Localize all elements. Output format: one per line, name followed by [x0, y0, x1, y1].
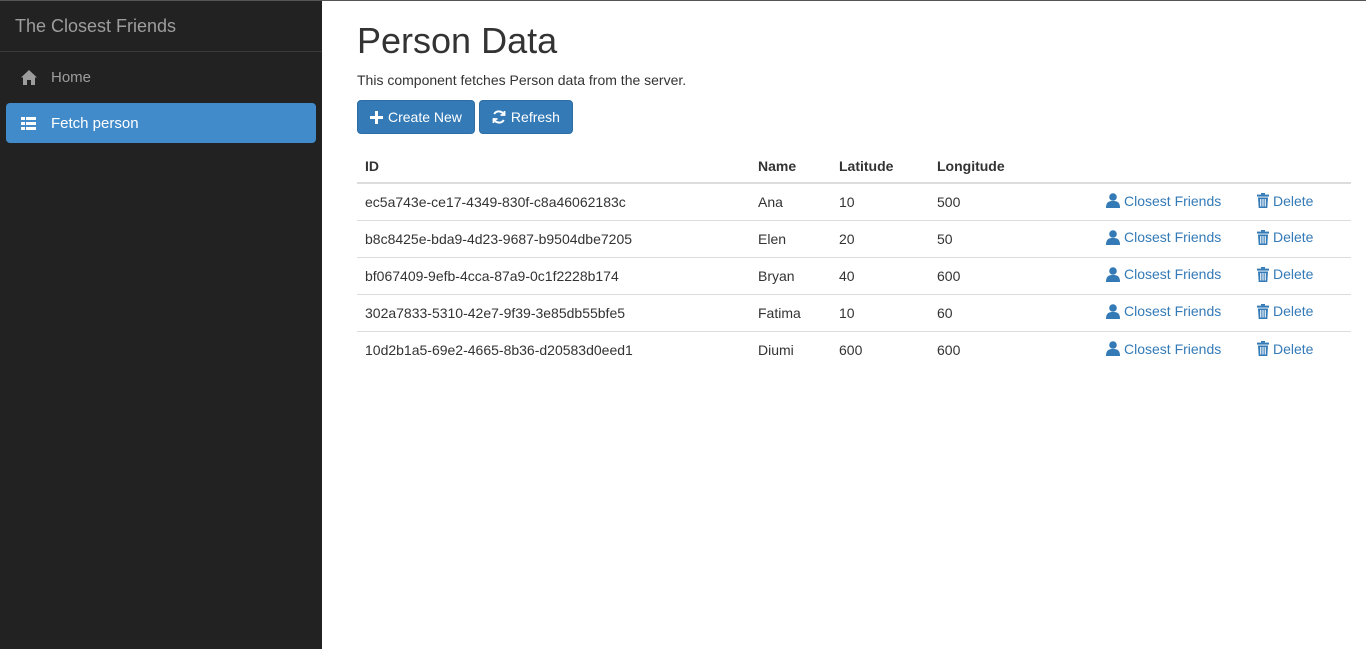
cell-friends-action: Closest Friends — [1066, 293, 1249, 331]
header-actions-delete — [1249, 146, 1351, 184]
cell-latitude: 20 — [831, 219, 929, 257]
header-latitude[interactable]: Latitude — [831, 146, 929, 184]
closest-friends-label: Closest Friends — [1124, 340, 1222, 357]
page-title: Person Data — [357, 20, 558, 61]
header-name[interactable]: Name — [750, 146, 831, 184]
cell-latitude: 10 — [831, 293, 929, 331]
sidebar: The Closest Friends Home Fetch person — [0, 1, 322, 649]
refresh-icon — [492, 110, 506, 124]
cell-id: b8c8425e-bda9-4d23-9687-b9504dbe7205 — [357, 219, 750, 257]
cell-delete-action: Delete — [1249, 256, 1351, 294]
refresh-button[interactable]: Refresh — [478, 100, 573, 134]
cell-longitude: 600 — [929, 256, 1066, 294]
sidebar-nav: Home Fetch person — [0, 52, 322, 143]
create-new-label: Create New — [388, 109, 462, 125]
delete-label: Delete — [1273, 266, 1314, 283]
cell-delete-action: Delete — [1249, 293, 1351, 331]
table-row: 10d2b1a5-69e2-4665-8b36-d20583d0eed1 Dium… — [357, 330, 1351, 368]
closest-friends-link[interactable]: Closest Friends — [1106, 193, 1221, 209]
header-id[interactable]: ID — [357, 146, 750, 184]
closest-friends-label: Closest Friends — [1124, 192, 1222, 209]
cell-delete-action: Delete — [1249, 183, 1351, 220]
cell-friends-action: Closest Friends — [1066, 183, 1249, 220]
user-icon — [1106, 341, 1120, 356]
cell-longitude: 60 — [929, 293, 1066, 331]
cell-delete-action: Delete — [1249, 330, 1351, 368]
cell-latitude: 40 — [831, 256, 929, 294]
table-row: b8c8425e-bda9-4d23-9687-b9504dbe7205 Elen… — [357, 219, 1351, 257]
cell-friends-action: Closest Friends — [1066, 219, 1249, 257]
cell-latitude: 10 — [839, 193, 855, 210]
user-icon — [1106, 266, 1120, 282]
cell-latitude: 600 — [831, 330, 929, 368]
cell-longitude: 50 — [929, 219, 1066, 257]
table-row: bf067409-9efb-4cca-87a9-0c1f2228b174 Brya… — [357, 256, 1351, 294]
cell-longitude: 600 — [929, 330, 1066, 368]
table-header-row: ID Name Latitude Longitude — [357, 146, 1351, 184]
trash-icon — [1257, 266, 1269, 282]
header-actions-friends — [1066, 146, 1249, 184]
brand-title[interactable]: The Closest Friends — [0, 1, 322, 52]
page-subtitle: This component fetches Person data from … — [357, 72, 687, 88]
refresh-label: Refresh — [510, 109, 560, 125]
toolbar: Create New Refresh — [357, 100, 1351, 134]
trash-icon — [1257, 341, 1269, 356]
th-list-icon — [21, 115, 39, 131]
closest-friends-link[interactable]: Closest Friends — [1106, 303, 1221, 319]
cell-longitude: 500 — [937, 193, 961, 210]
header-longitude[interactable]: Longitude — [929, 146, 1066, 184]
cell-id: ec5a743e-ce17-4349-830f-c8a46062183c — [365, 193, 626, 210]
delete-link[interactable]: Delete — [1257, 266, 1313, 282]
delete-link[interactable]: Delete — [1257, 229, 1313, 245]
delete-link[interactable]: Delete — [1257, 303, 1313, 319]
table-row: 302a7833-5310-42e7-9f39-3e85db55bfe5 Fati… — [357, 293, 1351, 331]
table-body: ec5a743e-ce17-4349-830f-c8a46062183c Ana 1… — [357, 183, 1351, 368]
sidebar-item-label: Home — [51, 68, 92, 86]
plus-icon — [370, 110, 383, 124]
cell-name: Bryan — [750, 256, 831, 294]
create-new-button[interactable]: Create New — [357, 100, 475, 134]
user-icon — [1106, 229, 1120, 245]
person-table: ID Name Latitude Longitude ec5a743e-ce17… — [357, 146, 1351, 368]
sidebar-item-label: Fetch person — [51, 114, 139, 132]
cell-name: Diumi — [750, 330, 831, 368]
cell-id: bf067409-9efb-4cca-87a9-0c1f2228b174 — [357, 256, 750, 294]
delete-label: Delete — [1273, 340, 1314, 357]
closest-friends-label: Closest Friends — [1124, 266, 1222, 283]
closest-friends-label: Closest Friends — [1124, 303, 1222, 320]
table-row: ec5a743e-ce17-4349-830f-c8a46062183c Ana 1… — [357, 183, 1351, 220]
delete-link[interactable]: Delete — [1257, 341, 1313, 357]
trash-icon — [1257, 193, 1269, 208]
delete-label: Delete — [1273, 303, 1314, 320]
closest-friends-label: Closest Friends — [1124, 229, 1222, 246]
cell-name: Ana — [758, 193, 783, 210]
cell-friends-action: Closest Friends — [1066, 256, 1249, 294]
home-icon — [21, 69, 39, 85]
sidebar-item-fetch-person[interactable]: Fetch person — [6, 103, 316, 143]
cell-name: Fatima — [750, 293, 831, 331]
cell-name: Elen — [750, 219, 831, 257]
cell-delete-action: Delete — [1249, 219, 1351, 257]
cell-id: 10d2b1a5-69e2-4665-8b36-d20583d0eed1 — [357, 330, 750, 368]
closest-friends-link[interactable]: Closest Friends — [1106, 229, 1221, 245]
closest-friends-link[interactable]: Closest Friends — [1106, 266, 1221, 282]
delete-label: Delete — [1273, 192, 1314, 209]
trash-icon — [1257, 229, 1269, 245]
trash-icon — [1257, 303, 1269, 319]
delete-link[interactable]: Delete — [1257, 193, 1313, 209]
cell-id: 302a7833-5310-42e7-9f39-3e85db55bfe5 — [357, 293, 750, 331]
cell-friends-action: Closest Friends — [1066, 330, 1249, 368]
delete-label: Delete — [1273, 229, 1314, 246]
user-icon — [1106, 193, 1120, 208]
main-content: Person Data This component fetches Perso… — [357, 1, 1351, 368]
sidebar-item-home[interactable]: Home — [6, 57, 316, 97]
closest-friends-link[interactable]: Closest Friends — [1106, 341, 1221, 357]
user-icon — [1106, 303, 1120, 319]
